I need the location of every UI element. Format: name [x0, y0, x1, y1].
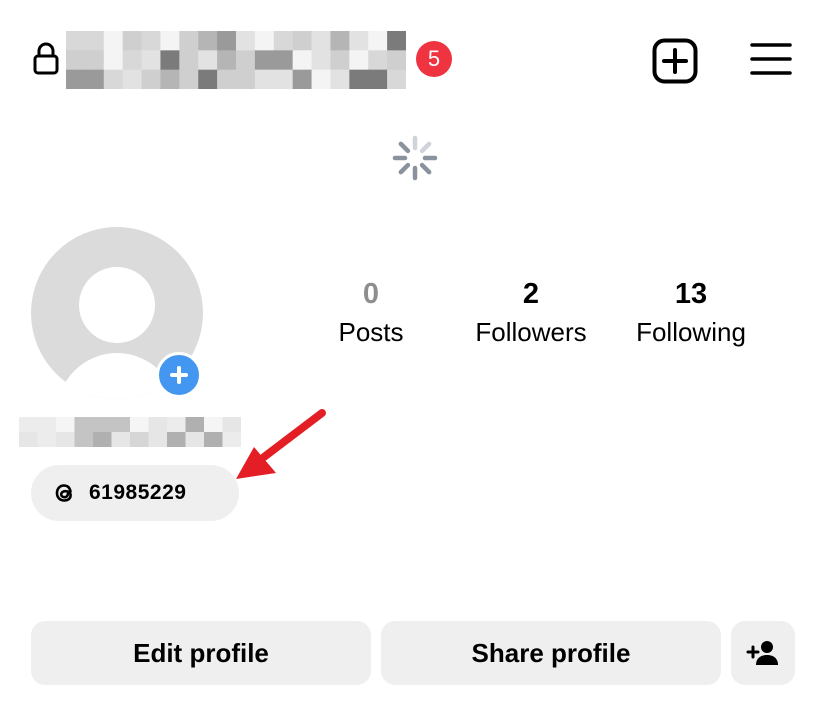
display-name-pixelated: [19, 417, 241, 447]
posts-count: 0: [362, 278, 380, 310]
loading-spinner-icon: [392, 135, 438, 181]
posts-label: Posts: [338, 317, 404, 347]
threads-id: 61985229: [89, 481, 187, 504]
discover-people-button[interactable]: [731, 621, 795, 685]
edit-profile-button[interactable]: Edit profile: [31, 621, 371, 685]
add-story-icon[interactable]: [156, 352, 202, 398]
threads-icon: [55, 484, 72, 502]
hamburger-menu-icon[interactable]: [750, 42, 792, 76]
following-count: 13: [674, 278, 708, 310]
followers-count: 2: [522, 278, 540, 310]
notification-badge[interactable]: 5: [416, 41, 452, 77]
threads-badge[interactable]: 61985229: [31, 465, 239, 521]
following-label: Following: [636, 317, 746, 347]
stat-followers[interactable]: 2 Followers: [451, 276, 611, 350]
plus-square-icon[interactable]: [652, 38, 698, 84]
stat-posts[interactable]: 0 Posts: [291, 276, 451, 350]
red-arrow-annotation: [236, 409, 326, 479]
username-pixelated[interactable]: [66, 31, 406, 89]
followers-label: Followers: [475, 317, 587, 347]
stat-following[interactable]: 13 Following: [611, 276, 771, 350]
share-profile-button[interactable]: Share profile: [381, 621, 721, 685]
lock-icon: [33, 42, 59, 75]
person-add-icon: [746, 641, 778, 665]
